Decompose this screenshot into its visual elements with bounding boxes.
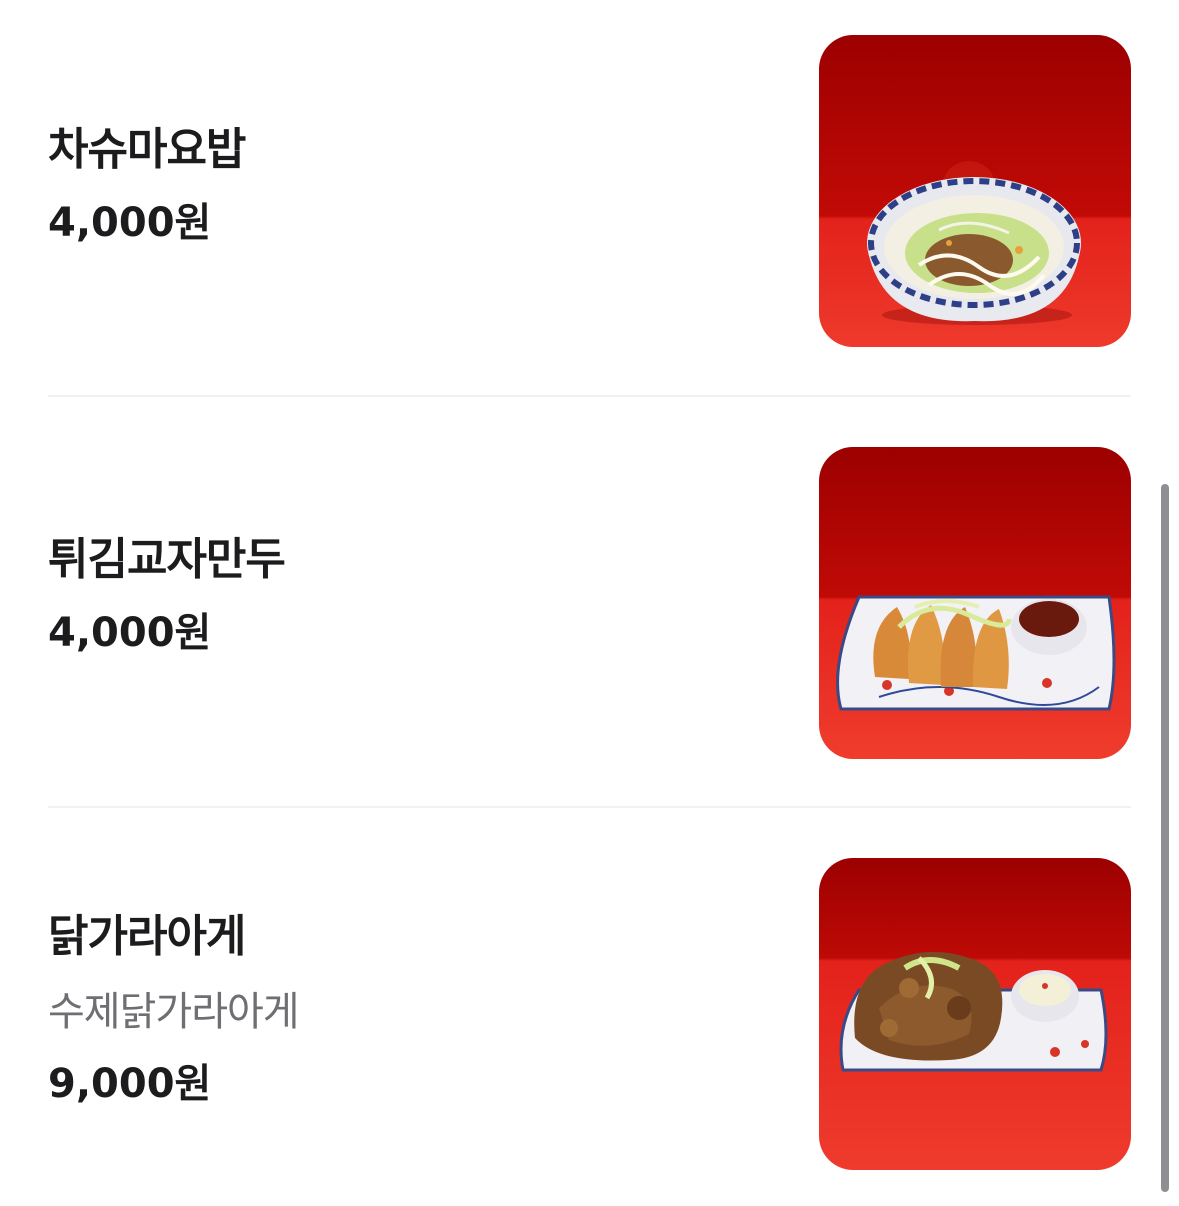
- menu-item-fried-gyoza[interactable]: 튀김교자만두 4,000원: [48, 397, 1131, 808]
- menu-item-info: 차슈마요밥 4,000원: [48, 121, 246, 251]
- scrollbar[interactable]: [1161, 484, 1169, 1192]
- menu-item-description: 수제닭가라아게: [48, 989, 300, 1035]
- menu-item-info: 튀김교자만두 4,000원: [48, 531, 286, 661]
- menu-item-name: 차슈마요밥: [48, 124, 246, 175]
- menu-item-name: 튀김교자만두: [48, 534, 286, 585]
- menu-item-name: 닭가라아게: [48, 911, 246, 962]
- menu-item-photo[interactable]: [819, 35, 1131, 347]
- menu-item-info: 닭가라아게 수제닭가라아게 9,000원: [48, 908, 300, 1112]
- rice-bowl-photo-icon: [819, 35, 1131, 347]
- karaage-plate-photo-icon: [819, 858, 1131, 1170]
- menu-item-chashu-mayo-rice[interactable]: 차슈마요밥 4,000원: [48, 0, 1131, 397]
- menu-item-chicken-karaage[interactable]: 닭가라아게 수제닭가라아게 9,000원: [48, 808, 1131, 1206]
- gyoza-plate-photo-icon: [819, 447, 1131, 759]
- menu-item-price: 4,000원: [48, 200, 212, 246]
- menu-item-price: 9,000원: [48, 1061, 212, 1107]
- menu-item-photo[interactable]: [819, 858, 1131, 1170]
- menu-list: 차슈마요밥 4,000원 튀김교자만두 4,000원 닭가라아게 수제닭가라아게…: [48, 0, 1131, 1206]
- menu-item-price: 4,000원: [48, 610, 212, 656]
- menu-item-photo[interactable]: [819, 447, 1131, 759]
